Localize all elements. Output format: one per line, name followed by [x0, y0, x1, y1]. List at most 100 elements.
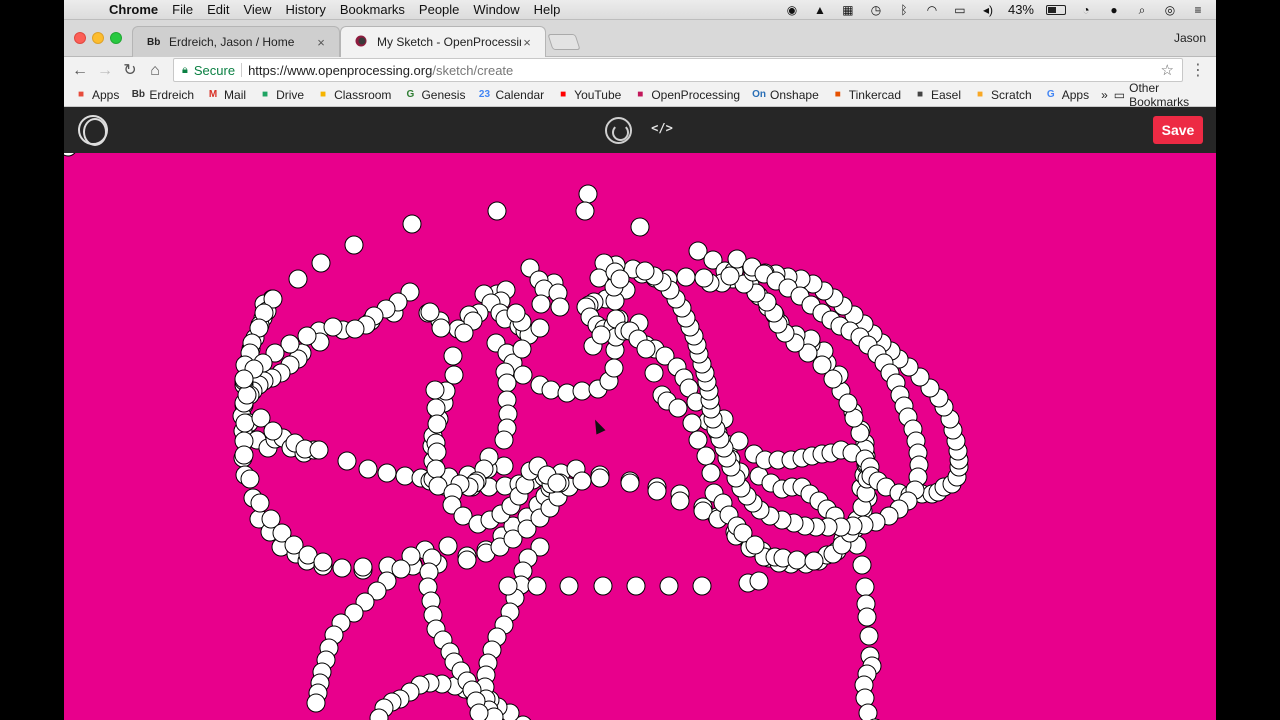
bookmark-star-icon[interactable]: ☆ — [1161, 61, 1174, 79]
new-tab-button[interactable] — [547, 34, 581, 50]
code-toggle-button[interactable]: </> — [649, 121, 675, 135]
sketch-dot — [469, 703, 489, 720]
battery-percent: 43% — [1007, 2, 1034, 17]
sketch-dot — [855, 577, 875, 597]
save-button[interactable]: Save — [1153, 116, 1203, 144]
bookmark-label: Apps — [1061, 88, 1090, 102]
menu-bookmarks[interactable]: Bookmarks — [333, 2, 412, 17]
home-icon[interactable]: ⌂ — [144, 60, 166, 82]
reload-icon[interactable]: ↻ — [119, 60, 141, 82]
profile-name[interactable]: Jason — [1174, 31, 1206, 45]
airplay-icon[interactable]: ▭ — [952, 4, 968, 16]
bookmark-label: Scratch — [991, 88, 1032, 102]
menu-file[interactable]: File — [165, 2, 200, 17]
bookmark-openprocessing[interactable]: ■ OpenProcessing — [633, 88, 740, 102]
sketch-dot — [547, 473, 567, 493]
sketch-dot — [309, 440, 329, 460]
bookmark-erdreich[interactable]: Bb Erdreich — [131, 88, 194, 102]
sketch-dot — [720, 266, 740, 286]
bookmark-mail[interactable]: M Mail — [206, 88, 246, 102]
bookmarks-overflow-chevron[interactable]: » — [1101, 88, 1108, 102]
sketch-dot — [426, 398, 446, 418]
sketch-dot — [647, 481, 667, 501]
sketch-dot — [498, 576, 518, 596]
bookmark-favicon-icon: G — [406, 89, 415, 100]
bookmark-apps[interactable]: ■ Apps — [74, 88, 119, 102]
wifi-icon[interactable]: ◠ — [924, 4, 940, 16]
bookmark-apps[interactable]: G Apps — [1044, 88, 1089, 102]
bookmark-youtube[interactable]: ■ YouTube — [556, 88, 621, 102]
menu-help[interactable]: Help — [527, 2, 568, 17]
bookmark-calendar[interactable]: 23 Calendar — [477, 88, 544, 102]
tab-close-icon[interactable]: × — [315, 35, 327, 50]
bookmark-classroom[interactable]: ■ Classroom — [316, 88, 391, 102]
bookmark-onshape[interactable]: On Onshape — [752, 88, 819, 102]
sketch-dot — [506, 303, 526, 323]
time-machine-icon[interactable]: ◷ — [868, 4, 884, 16]
sketch-dot — [444, 365, 464, 385]
minimize-window-button[interactable] — [92, 32, 104, 44]
battery-icon[interactable] — [1046, 4, 1066, 15]
tab-my-sketch[interactable]: My Sketch - OpenProcessing × — [340, 26, 546, 57]
browser-toolbar: ← → ↻ ⌂ 🔒︎ Secure https://www.openproces… — [64, 57, 1216, 84]
bookmark-label: Erdreich — [149, 88, 195, 102]
sketch-canvas[interactable] — [64, 153, 1216, 720]
sketch-dot — [237, 385, 257, 405]
sketch-dot — [692, 576, 712, 596]
bluetooth-icon[interactable]: ᛒ — [896, 4, 912, 16]
browser-tab-strip: Bb Erdreich, Jason / Home × My Sketch - … — [64, 20, 1216, 57]
sketch-dot — [263, 421, 283, 441]
clock-icon[interactable]: ◔ — [1078, 4, 1094, 16]
menu-window[interactable]: Window — [466, 2, 526, 17]
openprocessing-logo-icon[interactable] — [78, 115, 108, 146]
menu-edit[interactable]: Edit — [200, 2, 236, 17]
spotlight-search-icon[interactable]: ⌕ — [1134, 4, 1150, 16]
sketch-dot — [804, 551, 824, 571]
drive-sync-icon[interactable]: ▲ — [812, 4, 828, 16]
bookmark-easel[interactable]: ■ Easel — [913, 88, 961, 102]
menu-people[interactable]: People — [412, 2, 466, 17]
back-arrow-icon[interactable]: ← — [69, 60, 91, 82]
sketch-dot — [427, 414, 447, 434]
menu-history[interactable]: History — [278, 2, 332, 17]
record-icon[interactable]: ◉ — [784, 4, 800, 16]
restart-sketch-icon[interactable] — [605, 117, 632, 144]
address-bar[interactable]: 🔒︎ Secure https://www.openprocessing.org… — [173, 58, 1183, 82]
other-bookmarks-folder[interactable]: ▭ Other Bookmarks — [1114, 81, 1208, 109]
other-bookmarks-label: Other Bookmarks — [1129, 81, 1190, 109]
sketch-dot — [234, 369, 254, 389]
menu-view[interactable]: View — [236, 2, 278, 17]
tab-close-icon[interactable]: × — [521, 35, 533, 50]
macos-menu-bar: Chrome File Edit View History Bookmarks … — [64, 0, 1216, 20]
window-tile-icon[interactable]: ▦ — [840, 4, 856, 16]
menu-app-name[interactable]: Chrome — [102, 2, 165, 17]
bookmark-label: Easel — [931, 88, 962, 102]
editor-header: </> Save — [64, 107, 1216, 153]
sketch-dot — [353, 557, 373, 577]
sketch-dot — [425, 380, 445, 400]
forward-arrow-icon[interactable]: → — [94, 60, 116, 82]
sketch-dot — [838, 393, 858, 413]
siri-icon[interactable]: ◎ — [1162, 4, 1178, 16]
bookmark-label: Mail — [224, 88, 247, 102]
tab-erdreich-home[interactable]: Bb Erdreich, Jason / Home × — [132, 26, 340, 57]
chrome-menu-icon[interactable]: ⋮ — [1190, 60, 1206, 80]
sketch-dot — [288, 269, 308, 289]
bookmark-genesis[interactable]: G Genesis — [403, 88, 466, 102]
sketch-dot — [487, 201, 507, 221]
bookmark-tinkercad[interactable]: ■ Tinkercad — [831, 88, 901, 102]
sketch-dot — [610, 269, 630, 289]
sketch-dot — [859, 626, 879, 646]
notification-center-icon[interactable]: ≡ — [1190, 4, 1206, 16]
openprocessing-favicon — [355, 35, 371, 50]
close-window-button[interactable] — [74, 32, 86, 44]
zoom-window-button[interactable] — [110, 32, 122, 44]
sketch-dot — [668, 398, 688, 418]
sketch-dot — [457, 550, 477, 570]
volume-icon[interactable]: ◂) — [980, 4, 996, 16]
sketch-dot — [578, 184, 598, 204]
user-icon[interactable]: ● — [1106, 4, 1122, 16]
bookmark-scratch[interactable]: ■ Scratch — [973, 88, 1032, 102]
sketch-dot — [559, 576, 579, 596]
bookmark-drive[interactable]: ■ Drive — [258, 88, 304, 102]
